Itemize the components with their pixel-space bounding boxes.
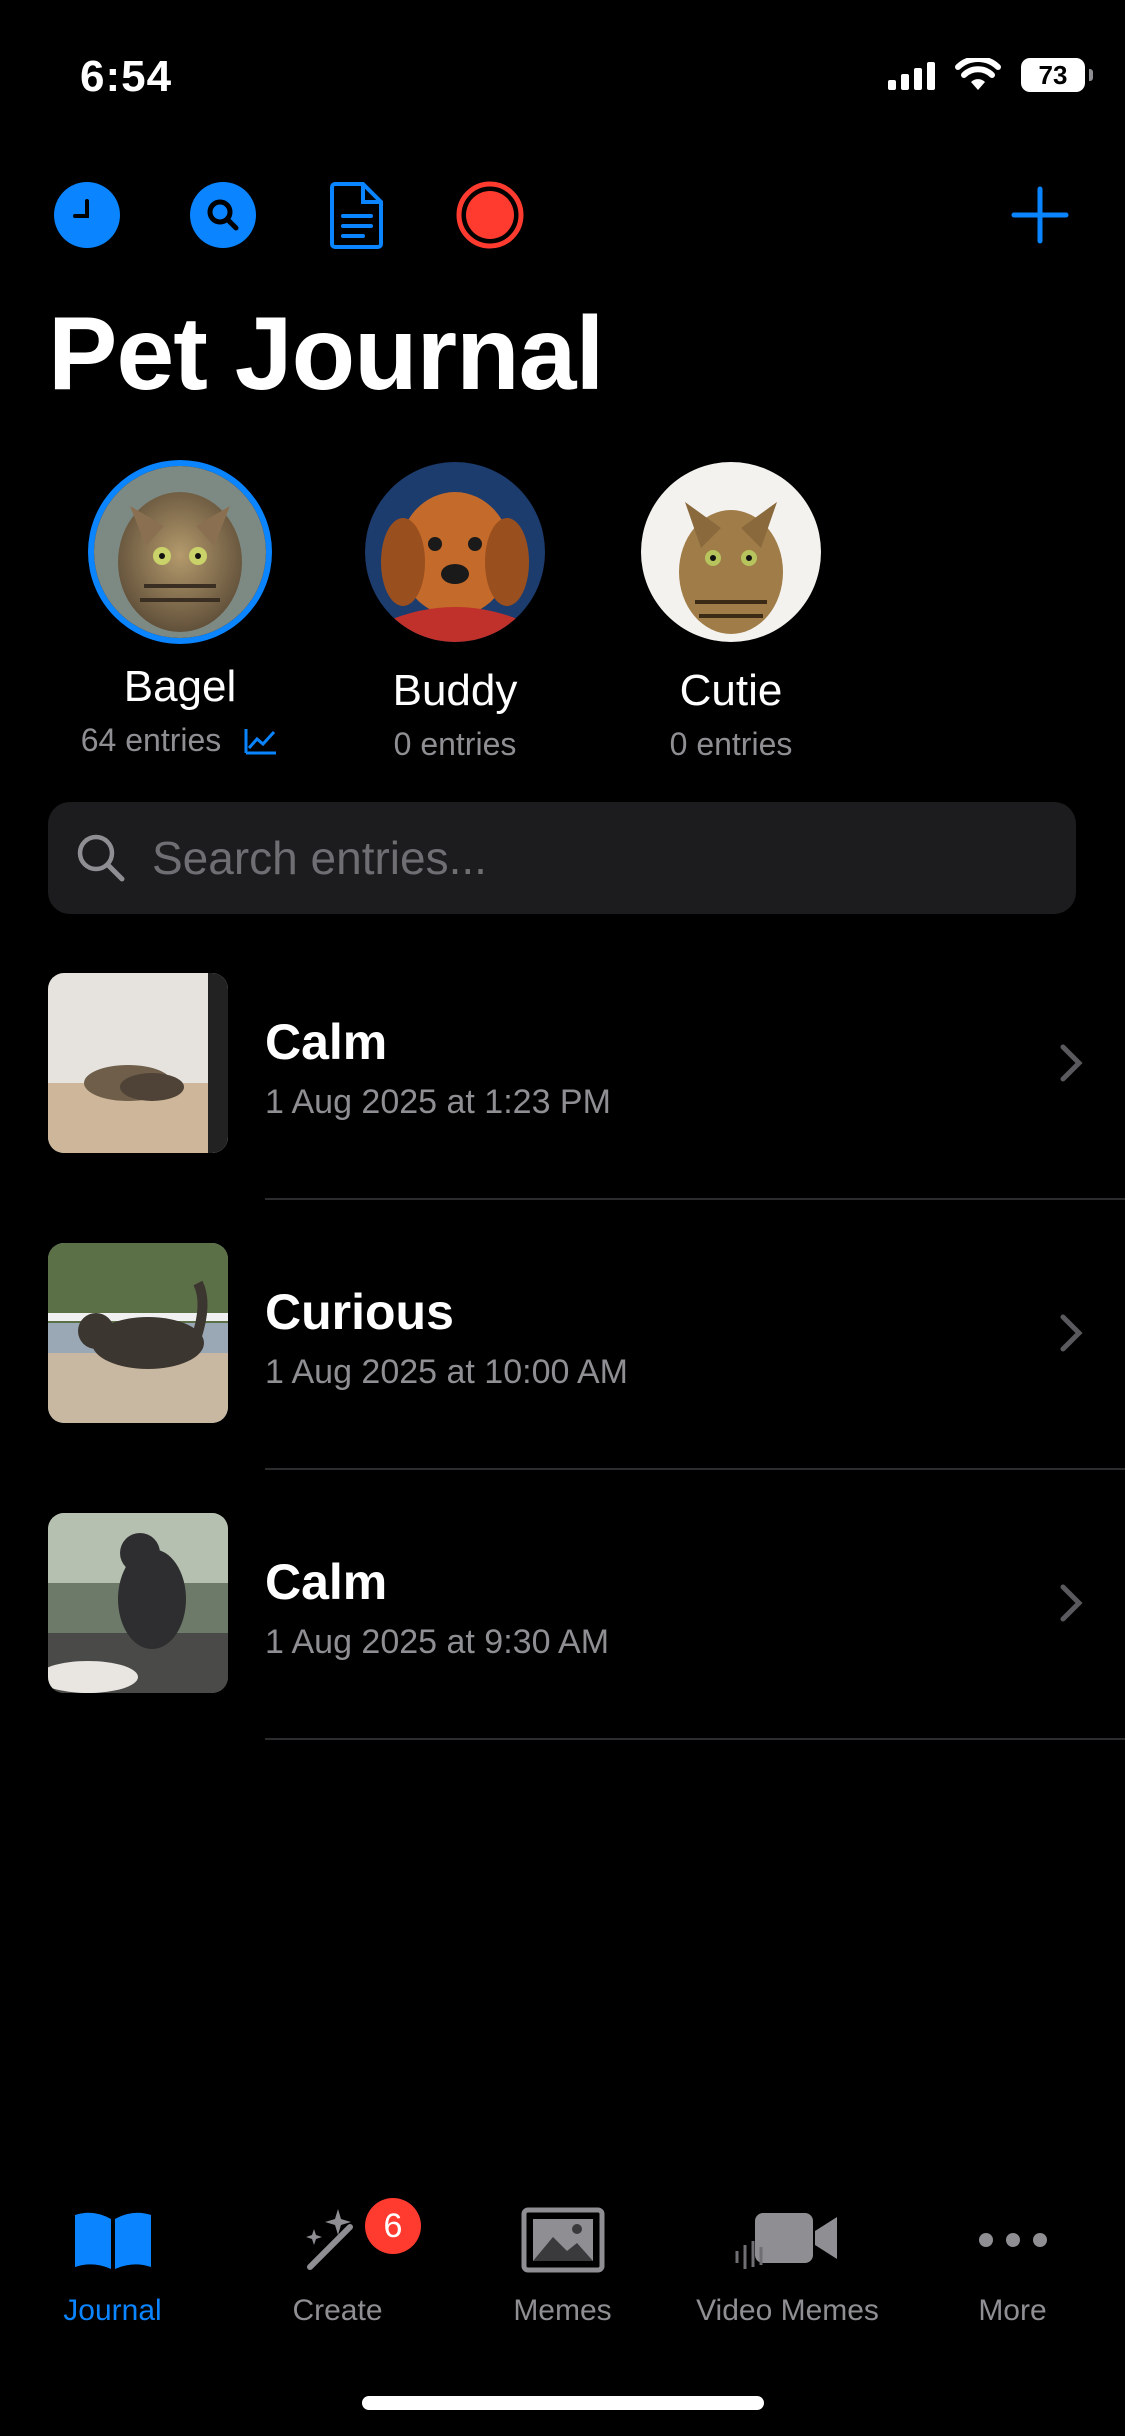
plus-icon bbox=[1011, 186, 1069, 244]
entry-title: Calm bbox=[265, 1014, 388, 1070]
record-button[interactable] bbox=[455, 180, 525, 250]
pet-avatar bbox=[641, 462, 821, 642]
entry-thumbnail bbox=[48, 1513, 228, 1693]
chevron-right-icon bbox=[1060, 1584, 1083, 1622]
add-entry-button[interactable] bbox=[1005, 180, 1075, 250]
ellipsis-icon bbox=[900, 2200, 1125, 2280]
tab-label: Create bbox=[292, 2294, 383, 2327]
entry-title: Curious bbox=[265, 1284, 454, 1340]
status-icons: 73 bbox=[888, 58, 1093, 92]
record-icon bbox=[456, 181, 524, 249]
tab-journal[interactable]: Journal bbox=[0, 2200, 225, 2328]
pet-entry-count: 0 entries bbox=[669, 726, 793, 762]
entry-title: Calm bbox=[265, 1554, 388, 1610]
trend-chart-icon[interactable] bbox=[243, 726, 279, 756]
pet-avatar bbox=[94, 466, 266, 638]
entry-row[interactable]: Calm 1 Aug 2025 at 9:30 AM bbox=[0, 1513, 1125, 1783]
pet-name: Cutie bbox=[679, 666, 783, 715]
pet-avatar bbox=[365, 462, 545, 642]
tab-label: Memes bbox=[513, 2294, 612, 2327]
pet-name: Buddy bbox=[392, 666, 518, 715]
tab-create[interactable]: 6 Create bbox=[225, 2198, 450, 2328]
tab-memes[interactable]: Memes bbox=[450, 2200, 675, 2328]
tab-video-memes[interactable]: Video Memes bbox=[675, 2200, 900, 2328]
status-time: 6:54 bbox=[80, 52, 173, 101]
search-input[interactable] bbox=[150, 830, 1004, 886]
row-divider bbox=[265, 1198, 1125, 1200]
pet-buddy[interactable]: Buddy 0 entries bbox=[335, 462, 575, 763]
pet-entry-count: 0 entries bbox=[393, 726, 517, 762]
book-icon bbox=[0, 2200, 225, 2280]
entry-row[interactable]: Curious 1 Aug 2025 at 10:00 AM bbox=[0, 1243, 1125, 1513]
battery-icon: 73 bbox=[1021, 58, 1093, 92]
chevron-right-icon bbox=[1060, 1044, 1083, 1082]
tab-more[interactable]: More bbox=[900, 2200, 1125, 2328]
history-button[interactable] bbox=[52, 180, 122, 250]
clock-icon bbox=[54, 182, 120, 248]
pet-entry-count: 64 entries bbox=[60, 722, 300, 759]
document-button[interactable] bbox=[322, 180, 392, 250]
row-divider bbox=[265, 1468, 1125, 1470]
search-icon bbox=[190, 182, 256, 248]
chevron-right-icon bbox=[1060, 1314, 1083, 1352]
pet-cutie[interactable]: Cutie 0 entries bbox=[611, 462, 851, 763]
magic-wand-icon: 6 bbox=[225, 2198, 450, 2280]
page-title: Pet Journal bbox=[48, 296, 604, 412]
tab-label: More bbox=[978, 2294, 1047, 2327]
entry-date: 1 Aug 2025 at 1:23 PM bbox=[265, 1083, 611, 1121]
home-indicator[interactable] bbox=[362, 2396, 764, 2410]
wifi-icon bbox=[955, 58, 1001, 90]
pet-count-text: 64 entries bbox=[80, 722, 222, 758]
entry-thumbnail bbox=[48, 973, 228, 1153]
search-bar[interactable] bbox=[48, 802, 1076, 914]
tab-label: Video Memes bbox=[696, 2294, 879, 2327]
pet-name: Bagel bbox=[123, 662, 237, 711]
search-icon bbox=[77, 834, 125, 882]
video-icon bbox=[675, 2200, 900, 2280]
pet-bagel[interactable]: Bagel 64 entries bbox=[60, 462, 300, 759]
photo-icon bbox=[450, 2200, 675, 2280]
entry-date: 1 Aug 2025 at 9:30 AM bbox=[265, 1623, 610, 1661]
cellular-signal-icon bbox=[888, 60, 935, 90]
tab-label: Journal bbox=[63, 2294, 162, 2327]
row-divider bbox=[265, 1738, 1125, 1740]
entry-date: 1 Aug 2025 at 10:00 AM bbox=[265, 1353, 628, 1391]
notification-badge: 6 bbox=[365, 2198, 421, 2254]
entry-row[interactable]: Calm 1 Aug 2025 at 1:23 PM bbox=[0, 973, 1125, 1243]
entry-thumbnail bbox=[48, 1243, 228, 1423]
document-icon bbox=[330, 182, 383, 249]
search-button[interactable] bbox=[188, 180, 258, 250]
